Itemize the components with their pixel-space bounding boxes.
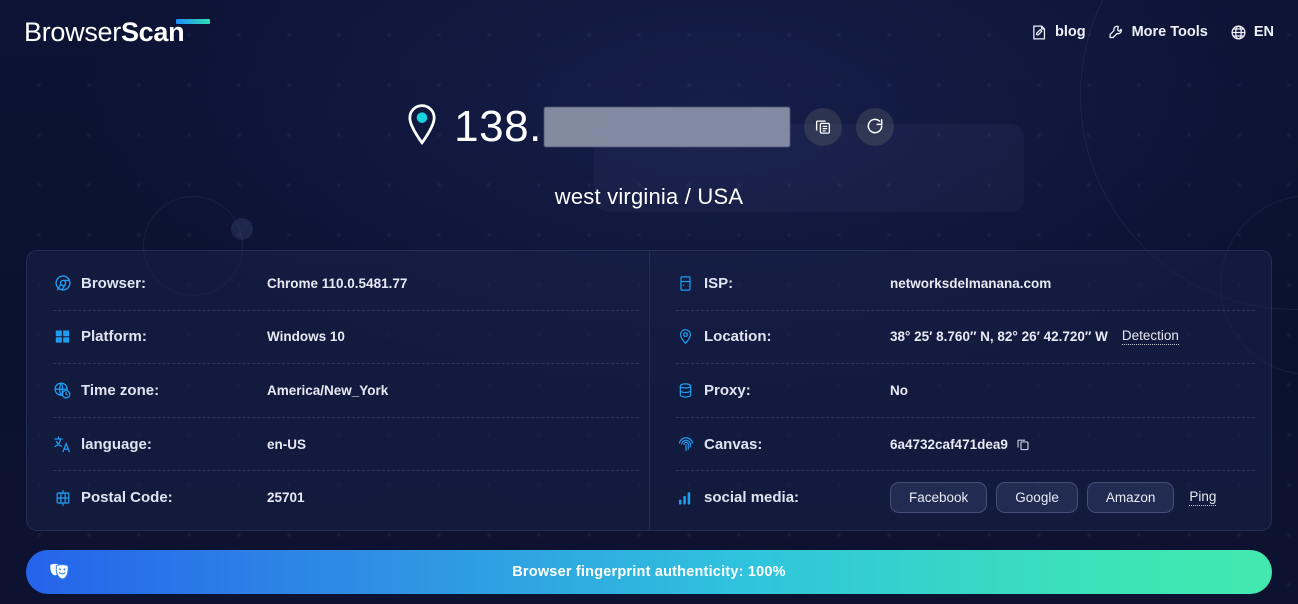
location-pin-icon (676, 327, 695, 346)
nav-item-language[interactable]: EN (1230, 24, 1274, 41)
info-column-right: ISP: networksdelmanana.com Location: 38°… (649, 251, 1271, 530)
social-button-amazon[interactable]: Amazon (1086, 482, 1175, 514)
authenticity-text: Browser fingerprint authenticity: 100% (512, 564, 786, 580)
info-row-proxy: Proxy: No (676, 364, 1255, 418)
info-label-language: language: (53, 435, 267, 454)
fingerprint-info-card: Browser: Chrome 110.0.5481.77 Platform: … (26, 250, 1272, 531)
copy-ip-button[interactable] (803, 108, 842, 146)
location-text: west virginia / USA (554, 184, 744, 209)
nav-label-more-tools: More Tools (1131, 24, 1208, 40)
database-icon (676, 381, 695, 400)
header-nav: blog More Tools EN (1031, 24, 1274, 41)
refresh-ip-button[interactable] (855, 108, 894, 146)
info-row-language: language: en-US (53, 418, 639, 472)
info-label-canvas: Canvas: (676, 435, 890, 454)
ping-link[interactable]: Ping (1189, 489, 1217, 507)
info-label-isp: ISP: (676, 274, 890, 293)
logo-text-scan: Scan (120, 16, 185, 47)
info-row-postal-code: Postal Code: 25701 (53, 471, 639, 524)
label-text: Time zone: (81, 381, 160, 399)
info-value-timezone: America/New_York (267, 382, 389, 398)
info-row-platform: Platform: Windows 10 (53, 311, 639, 365)
ip-masked-redaction (543, 107, 790, 147)
detection-link[interactable]: Detection (1121, 328, 1179, 346)
info-label-social-media: social media: (676, 488, 890, 507)
info-row-location: Location: 38° 25′ 8.760″ N, 82° 26′ 42.7… (676, 311, 1255, 365)
info-value-proxy: No (890, 382, 908, 398)
info-row-canvas: Canvas: 6a4732caf471dea9 (676, 418, 1255, 472)
hero-section: 138. west virginia / USA (0, 64, 1298, 236)
info-value-platform: Windows 10 (267, 329, 345, 345)
site-header: BrowserScan blog More Tools EN (0, 0, 1298, 64)
label-text: ISP: (704, 274, 734, 292)
info-row-browser: Browser: Chrome 110.0.5481.77 (53, 257, 639, 311)
label-text: language: (81, 435, 152, 453)
social-media-buttons: Facebook Google Amazon Ping (890, 482, 1217, 514)
social-button-google[interactable]: Google (996, 482, 1078, 514)
translate-icon (53, 435, 72, 454)
chrome-icon (53, 274, 72, 293)
social-button-facebook[interactable]: Facebook (890, 482, 988, 514)
info-label-postal-code: Postal Code: (53, 488, 267, 507)
label-text: Browser: (81, 274, 147, 292)
info-value-isp: networksdelmanana.com (890, 275, 1052, 291)
info-value-location: 38° 25′ 8.760″ N, 82° 26′ 42.720″ W Dete… (890, 328, 1179, 346)
document-pencil-icon (1031, 24, 1048, 41)
ip-address-text: 138. (454, 105, 790, 149)
browserscan-page: BrowserScan blog More Tools EN 138. west… (0, 0, 1298, 604)
copy-canvas-icon[interactable] (1016, 437, 1030, 451)
label-text: Canvas: (704, 435, 763, 453)
authenticity-bar[interactable]: Browser fingerprint authenticity: 100% (26, 550, 1272, 594)
refresh-icon (865, 116, 885, 139)
theater-masks-icon (48, 560, 74, 584)
info-label-timezone: Time zone: (53, 381, 267, 400)
server-icon (676, 274, 695, 293)
info-column-left: Browser: Chrome 110.0.5481.77 Platform: … (27, 251, 649, 530)
info-value-postal-code: 25701 (267, 490, 305, 506)
brand-logo[interactable]: BrowserScan (24, 16, 210, 48)
wrench-icon (1108, 24, 1125, 41)
info-row-social-media: social media: Facebook Google Amazon Pin… (676, 471, 1255, 524)
ip-address-row: 138. (0, 88, 1298, 166)
label-text: Proxy: (704, 381, 751, 399)
location-pin-icon (404, 103, 440, 152)
label-text: Location: (704, 328, 772, 346)
timezone-icon (53, 381, 72, 400)
nav-item-more-tools[interactable]: More Tools (1108, 24, 1208, 41)
logo-accent-bar (176, 18, 210, 24)
windows-icon (53, 327, 72, 346)
info-value-canvas: 6a4732caf471dea9 (890, 437, 1030, 452)
postal-icon (53, 488, 72, 507)
copy-icon (814, 117, 832, 138)
info-label-browser: Browser: (53, 274, 267, 293)
globe-icon (1230, 24, 1247, 41)
label-text: Platform: (81, 328, 147, 346)
nav-label-blog: blog (1054, 24, 1086, 40)
info-value-browser: Chrome 110.0.5481.77 (267, 275, 408, 291)
bar-chart-icon (676, 488, 695, 507)
info-label-location: Location: (676, 327, 890, 346)
info-label-platform: Platform: (53, 327, 267, 346)
info-row-timezone: Time zone: America/New_York (53, 364, 639, 418)
info-row-isp: ISP: networksdelmanana.com (676, 257, 1255, 311)
label-text: social media: (704, 489, 800, 507)
label-text: Postal Code: (81, 489, 173, 507)
ip-prefix: 138. (454, 102, 542, 151)
fingerprint-icon (676, 435, 695, 454)
logo-text-browser: Browser (24, 16, 121, 47)
info-label-proxy: Proxy: (676, 381, 890, 400)
nav-item-blog[interactable]: blog (1031, 24, 1086, 41)
location-row: west virginia / USA (0, 124, 1298, 228)
nav-label-en: EN (1253, 24, 1274, 40)
info-value-language: en-US (267, 436, 307, 452)
